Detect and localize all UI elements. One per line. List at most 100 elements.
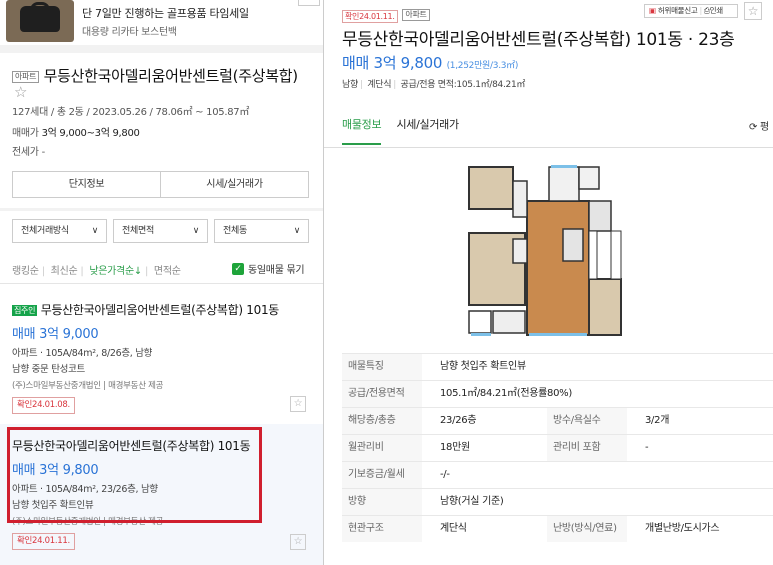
detail-table-row: 방향 남향(거실 기준) <box>342 488 773 515</box>
print-button[interactable]: ⎙인쇄 <box>704 6 723 15</box>
complex-sale-price: 매매가 3억 9,000~3억 9,800 <box>12 124 140 139</box>
detail-table-key: 공급/전용면적 <box>342 381 422 407</box>
jeonse-label: 전세가 <box>12 147 39 158</box>
sort-ranking[interactable]: 랭킹순 <box>12 266 39 277</box>
spec-direction: 남향 <box>342 80 358 90</box>
dong-select[interactable]: 전체동 ∨ <box>214 219 309 243</box>
separator <box>0 208 323 211</box>
complex-favorite-icon[interactable]: ☆ <box>14 83 27 101</box>
bag-image <box>20 6 60 32</box>
type-tag: 아파트 <box>402 8 430 21</box>
sort-arrow-icon: ↓ <box>133 266 142 277</box>
refresh-icon[interactable]: ⟳ 평 <box>749 118 769 133</box>
chevron-down-icon: ∨ <box>91 226 99 236</box>
tab-listing-info[interactable]: 매물정보 <box>342 118 382 145</box>
detail-price-value: 매매 3억 9,800 <box>342 54 443 72</box>
owner-tag: 집주인 <box>12 305 38 316</box>
detail-table-value: 남향(거실 기준) <box>440 496 504 507</box>
detail-table: 매물특징 남향 첫입주 확트인뷰공급/전용면적 105.1㎡/84.21㎡(전용률8… <box>342 353 773 542</box>
jeonse-value: - <box>41 147 46 158</box>
complex-info-button[interactable]: 단지정보 <box>13 172 160 197</box>
detail-favorite-icon[interactable]: ☆ <box>744 2 762 20</box>
confirm-date-badge: 확인24.01.11. <box>12 533 75 550</box>
chevron-down-icon: ∨ <box>192 226 200 236</box>
checkbox-checked-icon[interactable]: ✓ <box>232 262 244 275</box>
trade-type-value: 전체거래방식 <box>21 226 69 236</box>
chevron-down-icon: ∨ <box>293 226 301 236</box>
report-button[interactable]: ▣ 허위매물신고 <box>649 6 698 15</box>
floor-plan-image[interactable] <box>465 161 625 337</box>
separator <box>0 45 323 53</box>
detail-table-row: 매물특징 남향 첫입주 확트인뷰 <box>342 353 773 380</box>
confirm-date-badge: 확인24.01.08. <box>12 397 75 414</box>
detail-price-per-area: (1,252만원/3.3㎡) <box>446 61 519 71</box>
detail-price: 매매 3억 9,800 (1,252만원/3.3㎡) <box>342 52 518 73</box>
sale-price-label: 매매가 <box>12 128 39 139</box>
sale-price-value: 3억 9,000~3억 9,800 <box>41 128 140 139</box>
detail-table-value: -/- <box>440 469 450 480</box>
detail-specs: 남향 | 계단식 | 공급/전용 면적:105.1㎡/84.21㎡ <box>342 80 526 90</box>
detail-table-value: 18만원 <box>440 442 470 453</box>
complex-type-tag: 아파트 <box>12 70 40 83</box>
tab-underline <box>324 147 773 148</box>
area-select[interactable]: 전체면적 ∨ <box>113 219 208 243</box>
detail-table-value: 개별난방/도시가스 <box>645 523 720 534</box>
detail-table-row: 기보증금/월세 -/- <box>342 461 773 488</box>
detail-table-key: 기보증금/월세 <box>342 462 422 488</box>
complex-title: 아파트 무등산한국아델리움어반센트럴(주상복합) <box>12 65 298 86</box>
detail-table-key: 방향 <box>342 489 422 515</box>
trade-type-select[interactable]: 전체거래방식 ∨ <box>12 219 107 243</box>
detail-tabs: 매물정보 시세/실거래가 <box>342 116 459 145</box>
ad-thumbnail[interactable] <box>6 0 74 42</box>
spec-entrance: 계단식 <box>367 80 392 90</box>
listing-agent: (주)스마일부동산중개법인 | 매경부동산 제공 <box>12 381 164 391</box>
filter-bar: 전체거래방식 ∨ 전체면적 ∨ 전체동 ∨ <box>12 219 309 243</box>
group-same-listings[interactable]: ✓ 동일매물 묶기 <box>232 261 305 276</box>
detail-table-key: 관리비 포함 <box>547 435 627 461</box>
confirm-tag: 확인24.01.11. <box>342 10 398 23</box>
listing-detail: 아파트 · 105A/84m², 8/26층, 남향 <box>12 348 153 359</box>
dong-value: 전체동 <box>223 226 247 236</box>
detail-table-row: 월관리비 18만원 관리비 포함 - <box>342 434 773 461</box>
sort-latest[interactable]: 최신순 <box>51 266 78 277</box>
listing-title: 집주인 무등산한국아델리움어반센트럴(주상복합) 101동 <box>12 303 280 317</box>
detail-table-value: 105.1㎡/84.21㎡(전용률80%) <box>440 388 572 399</box>
sort-area[interactable]: 면적순 <box>154 266 181 277</box>
detail-table-value: 계단식 <box>440 523 467 534</box>
favorite-star-icon[interactable]: ☆ <box>290 534 306 550</box>
listing-item[interactable]: 집주인 무등산한국아델리움어반센트럴(주상복합) 101동 매매 3억 9,00… <box>12 301 279 414</box>
detail-table-row: 해당층/총층 23/26층 방수/욕실수 3/2개 <box>342 407 773 434</box>
detail-table-key: 매물특징 <box>342 354 422 380</box>
detail-table-value: 23/26층 <box>440 415 477 426</box>
detail-table-key: 현관구조 <box>342 516 422 542</box>
sort-options: 랭킹순 | 최신순 | 낮은가격순↓ | 면적순 <box>12 266 181 277</box>
spec-area: 공급/전용 면적:105.1㎡/84.21㎡ <box>400 80 526 90</box>
complex-name: 무등산한국아델리움어반센트럴(주상복합) <box>43 67 298 85</box>
detail-table-key: 월관리비 <box>342 435 422 461</box>
detail-table-value: 3/2개 <box>645 415 670 426</box>
detail-table-key: 해당층/총층 <box>342 408 422 434</box>
listing-desc: 남향 중문 탄성코트 <box>12 364 85 375</box>
ad-close-button[interactable] <box>298 0 320 6</box>
group-same-label: 동일매물 묶기 <box>248 265 305 276</box>
highlight-box <box>7 427 262 523</box>
detail-table-value: - <box>645 442 649 453</box>
tab-trade-price[interactable]: 시세/실거래가 <box>396 118 459 131</box>
ad-title[interactable]: 단 7일만 진행하는 골프용품 타임세일 <box>82 5 249 21</box>
listing-price: 매매 3억 9,000 <box>12 327 99 342</box>
detail-table-value: 남향 첫입주 확트인뷰 <box>440 361 526 372</box>
detail-tags: 확인24.01.11. 아파트 <box>342 4 430 23</box>
complex-jeonse-price: 전세가 - <box>12 143 45 158</box>
listing-panel: 단 7일만 진행하는 골프용품 타임세일 대용량 리카타 보스턴백 아파트 무등… <box>0 0 323 565</box>
ad-subtitle[interactable]: 대용량 리카타 보스턴백 <box>82 23 177 38</box>
report-print-bar: ▣ 허위매물신고 | ⎙인쇄 <box>644 4 738 18</box>
detail-table-row: 공급/전용면적 105.1㎡/84.21㎡(전용률80%) <box>342 380 773 407</box>
complex-trade-price-button[interactable]: 시세/실거래가 <box>160 172 308 197</box>
area-value: 전체면적 <box>122 226 154 236</box>
detail-table-key: 방수/욕실수 <box>547 408 627 434</box>
detail-table-row: 현관구조 계단식 난방(방식/연료) 개별난방/도시가스 <box>342 515 773 542</box>
favorite-star-icon[interactable]: ☆ <box>290 396 306 412</box>
detail-panel: 확인24.01.11. 아파트 ▣ 허위매물신고 | ⎙인쇄 ☆ 무등산한국아델… <box>324 0 773 565</box>
detail-table-key: 난방(방식/연료) <box>547 516 627 542</box>
sort-low-price[interactable]: 낮은가격순↓ <box>89 266 142 277</box>
